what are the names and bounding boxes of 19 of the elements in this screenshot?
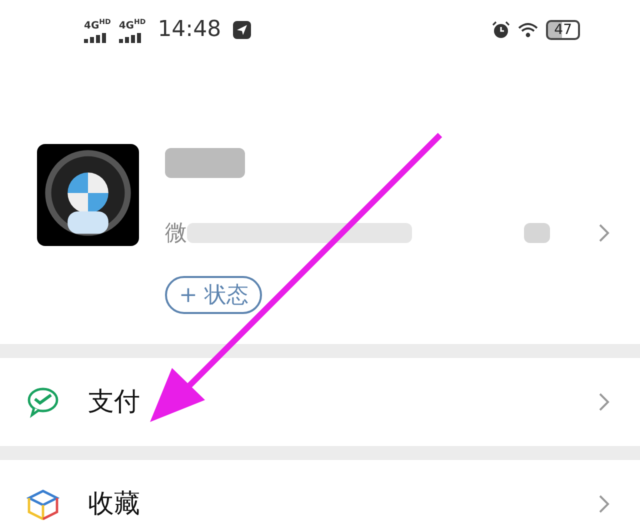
alarm-icon — [492, 21, 510, 39]
redacted-icon — [524, 223, 550, 243]
menu-label[interactable]: 支付 — [88, 387, 140, 417]
menu-label[interactable]: 收藏 — [88, 489, 140, 519]
signal-icon — [118, 32, 141, 43]
status-button[interactable]: + 状态 — [165, 276, 262, 314]
wechat-id-label: 微 — [165, 220, 187, 248]
signal-icon — [84, 32, 106, 43]
cube-icon — [26, 488, 60, 520]
chevron-icon — [598, 223, 610, 243]
network-label: 4G$^{HD}$ — [84, 17, 111, 32]
network-label: 4G$^{HD}$ — [118, 17, 146, 32]
send-icon — [233, 20, 252, 39]
chat-check-icon — [26, 386, 60, 418]
chevron-icon — [598, 392, 610, 412]
clock-time: 14:48 — [158, 17, 222, 42]
battery-level: 47 — [546, 20, 580, 40]
wifi-icon — [518, 22, 538, 38]
chevron-icon — [598, 494, 610, 514]
